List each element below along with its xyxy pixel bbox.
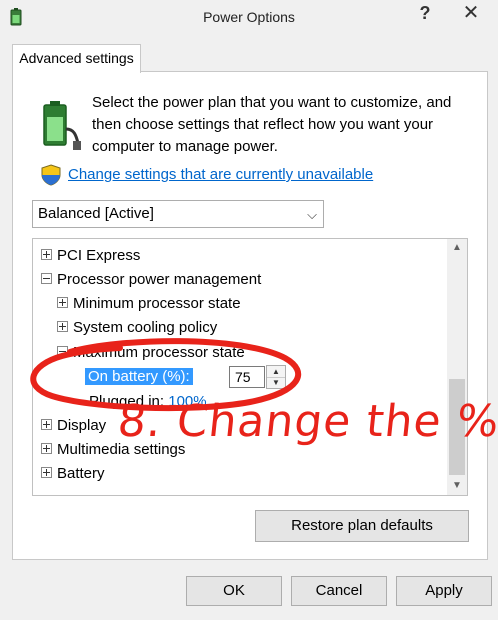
expand-plus-icon[interactable] xyxy=(41,466,52,478)
help-button[interactable]: ? xyxy=(408,0,442,26)
scroll-down-icon[interactable]: ▼ xyxy=(447,477,467,495)
chevron-down-icon: ⌵ xyxy=(307,207,317,222)
spin-down-icon[interactable]: ▼ xyxy=(267,377,285,388)
ok-button[interactable]: OK xyxy=(186,576,282,606)
close-button[interactable]: ✕ xyxy=(448,0,494,26)
battery-plug-icon xyxy=(43,101,81,150)
on-battery-label: On battery (%): xyxy=(85,368,193,385)
intro-text: Select the power plan that you want to c… xyxy=(92,94,452,155)
scroll-up-icon[interactable]: ▲ xyxy=(447,239,467,257)
tree-item-processor-power-management[interactable]: Processor power management xyxy=(41,270,261,290)
apply-button[interactable]: Apply xyxy=(396,576,492,606)
expand-plus-icon[interactable] xyxy=(57,296,68,308)
cancel-button[interactable]: Cancel xyxy=(291,576,387,606)
title-bar: Power Options ? ✕ xyxy=(0,0,498,34)
collapse-minus-icon[interactable] xyxy=(41,272,52,284)
change-unavailable-settings-link[interactable]: Change settings that are currently unava… xyxy=(68,166,373,183)
tab-advanced-settings[interactable]: Advanced settings xyxy=(12,44,141,73)
annotation-text: 8. Change the % xyxy=(115,396,498,447)
expand-plus-icon[interactable] xyxy=(41,442,52,454)
on-battery-spinner[interactable]: ▲ ▼ xyxy=(266,365,286,389)
tree-item-minimum-processor-state[interactable]: Minimum processor state xyxy=(57,294,241,314)
tree-item-battery[interactable]: Battery xyxy=(41,464,105,484)
on-battery-percent-input[interactable]: 75 xyxy=(229,366,265,388)
uac-shield-icon xyxy=(41,164,61,186)
tree-item-pci-express[interactable]: PCI Express xyxy=(41,246,140,266)
tree-item-maximum-processor-state[interactable]: Maximum processor state xyxy=(57,343,245,363)
tree-scrollbar[interactable]: ▲ ▼ xyxy=(447,239,467,495)
restore-plan-defaults-button[interactable]: Restore plan defaults xyxy=(255,510,469,542)
expand-plus-icon[interactable] xyxy=(41,248,52,260)
expand-plus-icon[interactable] xyxy=(57,320,68,332)
expand-plus-icon[interactable] xyxy=(41,418,52,430)
power-plan-selected: Balanced [Active] xyxy=(38,205,154,222)
tree-item-on-battery[interactable]: On battery (%): xyxy=(85,367,193,387)
power-plan-dropdown[interactable]: Balanced [Active] ⌵ xyxy=(32,200,324,228)
settings-tree[interactable]: PCI Express Processor power management M… xyxy=(32,238,468,496)
tree-item-display[interactable]: Display xyxy=(41,416,106,436)
tree-item-system-cooling-policy[interactable]: System cooling policy xyxy=(57,318,217,338)
collapse-minus-icon[interactable] xyxy=(57,345,68,357)
